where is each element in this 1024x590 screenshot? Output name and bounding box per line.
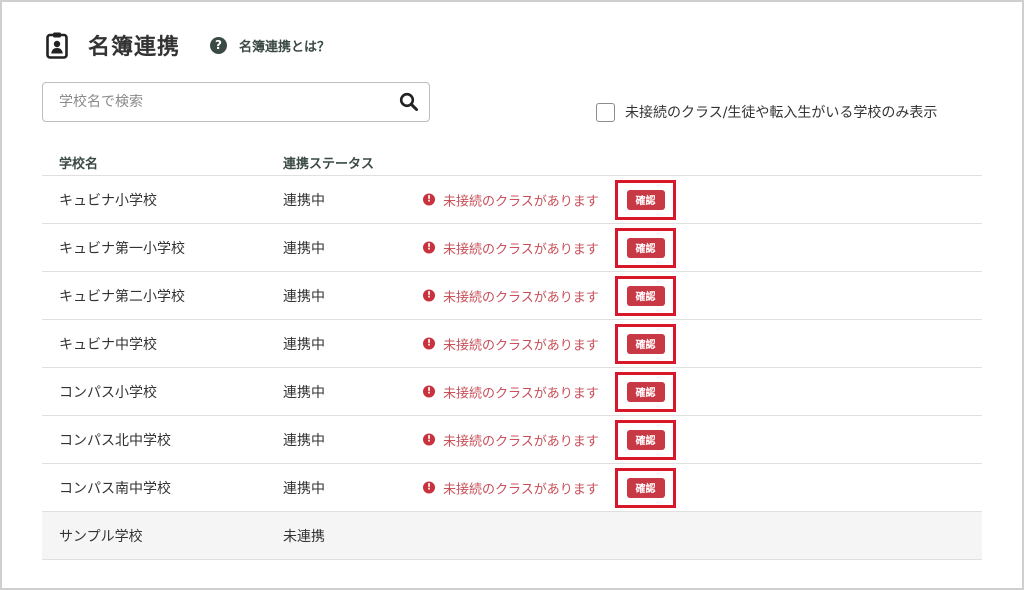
- link-status: 連携中: [283, 336, 325, 353]
- link-status: 連携中: [283, 480, 325, 497]
- link-status: 未連携: [283, 528, 325, 545]
- school-table: 学校名 連携ステータス キュビナ小学校 連携中 ! 未接続のクラスがあります 確…: [42, 150, 982, 560]
- school-name: キュビナ第二小学校: [59, 288, 185, 305]
- table-row: コンパス北中学校 連携中 ! 未接続のクラスがあります 確認: [42, 416, 982, 464]
- search-input[interactable]: [59, 94, 399, 110]
- school-name: コンパス南中学校: [59, 480, 171, 497]
- confirm-button[interactable]: 確認: [626, 285, 665, 306]
- search-icon[interactable]: [399, 92, 419, 112]
- table-row: コンパス小学校 連携中 ! 未接続のクラスがあります 確認: [42, 368, 982, 416]
- link-status: 連携中: [283, 432, 325, 449]
- question-circle-icon: ?: [210, 36, 228, 54]
- school-name: コンパス北中学校: [59, 432, 171, 449]
- warning-text: 未接続のクラスがあります: [443, 482, 599, 497]
- link-status: 連携中: [283, 192, 325, 209]
- help-link-label: 名簿連携とは？: [239, 39, 331, 55]
- filter-checkbox[interactable]: [596, 102, 615, 122]
- highlight-box: 確認: [615, 467, 676, 508]
- exclamation-circle-icon: !: [423, 289, 435, 302]
- warning-message: ! 未接続のクラスがあります: [423, 430, 599, 449]
- exclamation-circle-icon: !: [423, 385, 435, 398]
- warning-text: 未接続のクラスがあります: [443, 242, 599, 257]
- link-status: 連携中: [283, 288, 325, 305]
- school-name: キュビナ第一小学校: [59, 240, 185, 257]
- exclamation-circle-icon: !: [423, 241, 435, 254]
- clipboard-user-icon: [46, 30, 70, 60]
- confirm-button[interactable]: 確認: [626, 429, 665, 450]
- warning-text: 未接続のクラスがあります: [443, 386, 599, 401]
- highlight-box: 確認: [615, 275, 676, 316]
- warning-message: ! 未接続のクラスがあります: [423, 382, 599, 401]
- warning-message: ! 未接続のクラスがあります: [423, 478, 599, 497]
- page-header: 名簿連携 ? 名簿連携とは？: [46, 28, 330, 62]
- school-name: キュビナ中学校: [59, 336, 157, 353]
- table-row: キュビナ第一小学校 連携中 ! 未接続のクラスがあります 確認: [42, 224, 982, 272]
- school-name: キュビナ小学校: [59, 192, 157, 209]
- warning-text: 未接続のクラスがあります: [443, 338, 599, 353]
- table-row: コンパス南中学校 連携中 ! 未接続のクラスがあります 確認: [42, 464, 982, 512]
- warning-message: ! 未接続のクラスがあります: [423, 190, 599, 209]
- confirm-button[interactable]: 確認: [626, 381, 665, 402]
- help-link[interactable]: ? 名簿連携とは？: [210, 36, 330, 55]
- exclamation-circle-icon: !: [423, 433, 435, 446]
- header-school-name: 学校名: [59, 157, 99, 172]
- warning-text: 未接続のクラスがあります: [443, 194, 599, 209]
- school-name: サンプル学校: [59, 528, 143, 545]
- warning-text: 未接続のクラスがあります: [443, 434, 599, 449]
- exclamation-circle-icon: !: [423, 337, 435, 350]
- confirm-button[interactable]: 確認: [626, 333, 665, 354]
- school-name: コンパス小学校: [59, 384, 157, 401]
- table-header: 学校名 連携ステータス: [42, 150, 982, 176]
- confirm-button[interactable]: 確認: [626, 477, 665, 498]
- confirm-button[interactable]: 確認: [626, 189, 665, 210]
- search-box: [42, 82, 430, 122]
- warning-message: ! 未接続のクラスがあります: [423, 286, 599, 305]
- highlight-box: 確認: [615, 323, 676, 364]
- table-row: サンプル学校 未連携: [42, 512, 982, 560]
- warning-message: ! 未接続のクラスがあります: [423, 334, 599, 353]
- highlight-box: 確認: [615, 227, 676, 268]
- table-row: キュビナ第二小学校 連携中 ! 未接続のクラスがあります 確認: [42, 272, 982, 320]
- exclamation-circle-icon: !: [423, 481, 435, 494]
- page-title: 名簿連携: [88, 35, 181, 60]
- filter-label: 未接続のクラス/生徒や転入生がいる学校のみ表示: [625, 105, 938, 121]
- confirm-button[interactable]: 確認: [626, 237, 665, 258]
- header-status: 連携ステータス: [283, 157, 375, 172]
- table-row: キュビナ小学校 連携中 ! 未接続のクラスがあります 確認: [42, 176, 982, 224]
- exclamation-circle-icon: !: [423, 193, 435, 206]
- warning-text: 未接続のクラスがあります: [443, 290, 599, 305]
- highlight-box: 確認: [615, 179, 676, 220]
- highlight-box: 確認: [615, 419, 676, 460]
- link-status: 連携中: [283, 384, 325, 401]
- unconnected-filter[interactable]: 未接続のクラス/生徒や転入生がいる学校のみ表示: [596, 102, 937, 122]
- warning-message: ! 未接続のクラスがあります: [423, 238, 599, 257]
- highlight-box: 確認: [615, 371, 676, 412]
- table-row: キュビナ中学校 連携中 ! 未接続のクラスがあります 確認: [42, 320, 982, 368]
- link-status: 連携中: [283, 240, 325, 257]
